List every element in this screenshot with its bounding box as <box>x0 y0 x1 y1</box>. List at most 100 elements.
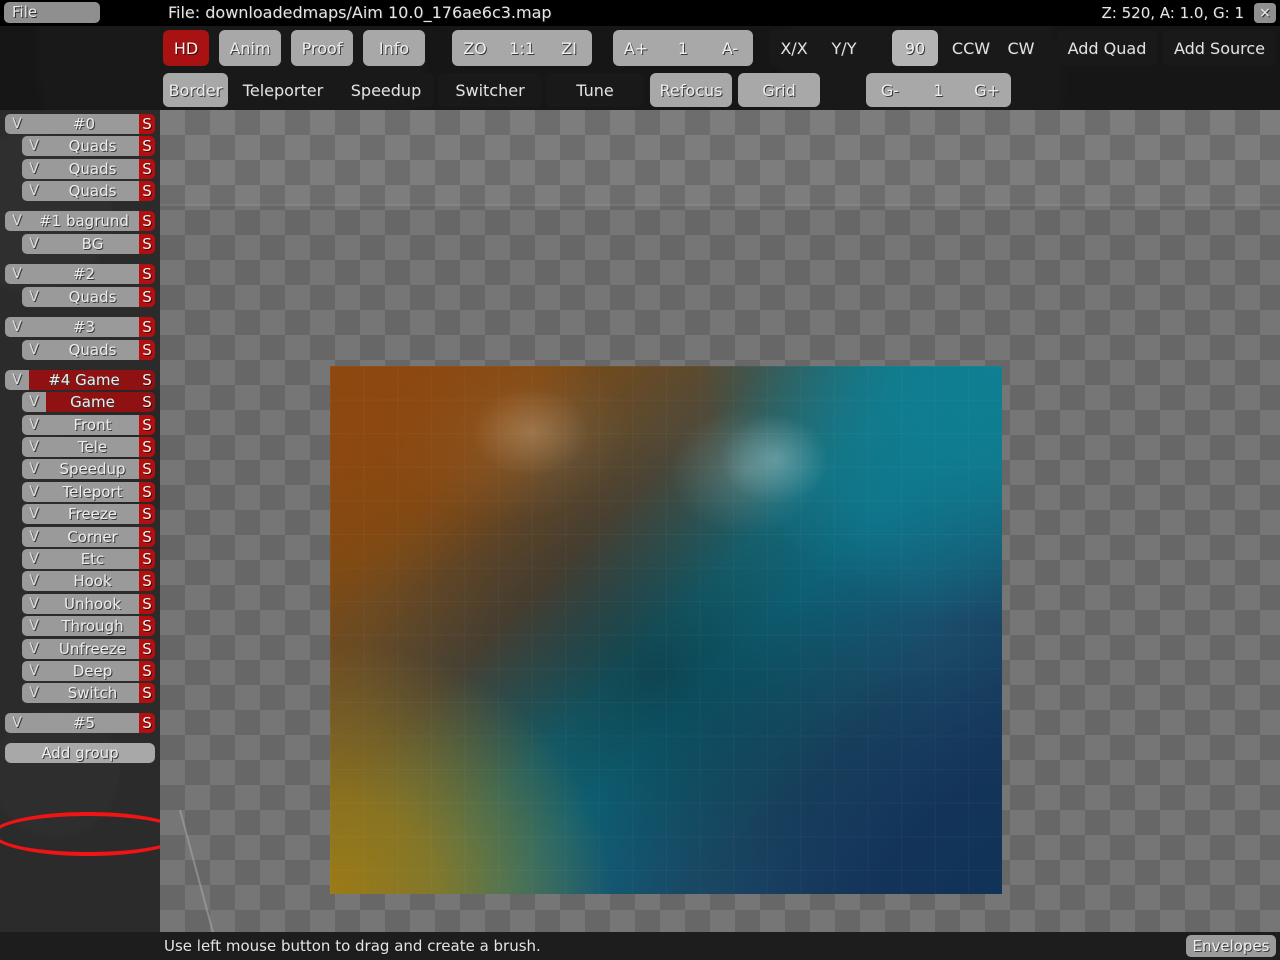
anim-speed-group[interactable]: A+ 1 A- <box>613 30 753 66</box>
visibility-toggle-icon[interactable]: V <box>22 683 46 703</box>
grid-size-group[interactable]: G- 1 G+ <box>866 73 1011 107</box>
teleporter-tool-button[interactable]: Teleporter <box>232 73 334 107</box>
speedup-tool-button[interactable]: Speedup <box>338 73 434 107</box>
rotate-group[interactable]: CCW CW <box>944 30 1044 66</box>
zoom-in-button[interactable]: ZI <box>546 39 592 58</box>
zoom-out-button[interactable]: ZO <box>452 39 498 58</box>
layer-select-button[interactable]: S <box>139 181 155 201</box>
grid-toggle-button[interactable]: Grid <box>738 73 820 107</box>
layer-select-button[interactable]: S <box>139 571 155 591</box>
layer-select-button[interactable]: S <box>139 287 155 307</box>
flip-y-button[interactable]: Y/Y <box>819 39 869 58</box>
layer-row-quads[interactable]: VQuadsS <box>22 136 155 156</box>
layer-row-speedup[interactable]: VSpeedupS <box>22 459 155 479</box>
visibility-toggle-icon[interactable]: V <box>22 527 46 547</box>
visibility-toggle-icon[interactable]: V <box>22 639 46 659</box>
layer-row-bg[interactable]: VBGS <box>22 234 155 254</box>
anim-minus-button[interactable]: A- <box>707 39 753 58</box>
map-canvas[interactable] <box>160 110 1280 932</box>
close-icon[interactable]: × <box>1254 3 1276 23</box>
layer-select-button[interactable]: S <box>139 264 155 284</box>
layer-row-1-bagrund[interactable]: V#1 bagrundS <box>5 211 155 231</box>
layer-select-button[interactable]: S <box>139 370 155 390</box>
layer-row-etc[interactable]: VEtcS <box>22 549 155 569</box>
anim-plus-button[interactable]: A+ <box>613 39 659 58</box>
hd-button[interactable]: HD <box>163 30 209 66</box>
flip-group[interactable]: X/X Y/Y <box>769 30 869 66</box>
layer-row-switch[interactable]: VSwitchS <box>22 683 155 703</box>
visibility-toggle-icon[interactable]: V <box>22 136 46 156</box>
visibility-toggle-icon[interactable]: V <box>5 264 29 284</box>
layer-row-tele[interactable]: VTeleS <box>22 437 155 457</box>
layer-row-quads[interactable]: VQuadsS <box>22 159 155 179</box>
visibility-toggle-icon[interactable]: V <box>5 713 29 733</box>
rotate-cw-button[interactable]: CW <box>998 39 1044 58</box>
layer-select-button[interactable]: S <box>139 340 155 360</box>
layer-row-quads[interactable]: VQuadsS <box>22 287 155 307</box>
proof-button[interactable]: Proof <box>291 30 353 66</box>
visibility-toggle-icon[interactable]: V <box>5 370 29 390</box>
layer-row-hook[interactable]: VHookS <box>22 571 155 591</box>
layer-select-button[interactable]: S <box>139 527 155 547</box>
layer-select-button[interactable]: S <box>139 317 155 337</box>
layer-select-button[interactable]: S <box>139 415 155 435</box>
visibility-toggle-icon[interactable]: V <box>22 482 46 502</box>
anim-button[interactable]: Anim <box>219 30 281 66</box>
layer-select-button[interactable]: S <box>139 234 155 254</box>
visibility-toggle-icon[interactable]: V <box>22 616 46 636</box>
layer-select-button[interactable]: S <box>139 639 155 659</box>
envelopes-button[interactable]: Envelopes <box>1186 935 1276 957</box>
layer-select-button[interactable]: S <box>139 136 155 156</box>
layer-row-2[interactable]: V#2S <box>5 264 155 284</box>
flip-x-button[interactable]: X/X <box>769 39 819 58</box>
visibility-toggle-icon[interactable]: V <box>22 594 46 614</box>
rotate-ccw-button[interactable]: CCW <box>944 39 998 58</box>
layer-select-button[interactable]: S <box>139 114 155 134</box>
layer-select-button[interactable]: S <box>139 661 155 681</box>
visibility-toggle-icon[interactable]: V <box>22 571 46 591</box>
visibility-toggle-icon[interactable]: V <box>22 234 46 254</box>
file-menu-button[interactable]: File <box>4 2 100 23</box>
layer-row-corner[interactable]: VCornerS <box>22 527 155 547</box>
visibility-toggle-icon[interactable]: V <box>22 181 46 201</box>
visibility-toggle-icon[interactable]: V <box>5 114 29 134</box>
border-tool-button[interactable]: Border <box>163 73 228 107</box>
layer-select-button[interactable]: S <box>139 459 155 479</box>
zoom-reset-button[interactable]: 1:1 <box>498 39 546 58</box>
visibility-toggle-icon[interactable]: V <box>22 459 46 479</box>
layer-select-button[interactable]: S <box>139 392 155 412</box>
visibility-toggle-icon[interactable]: V <box>22 340 46 360</box>
layer-row-3[interactable]: V#3S <box>5 317 155 337</box>
grid-plus-button[interactable]: G+ <box>963 81 1011 100</box>
tune-tool-button[interactable]: Tune <box>546 73 644 107</box>
layer-row-freeze[interactable]: VFreezeS <box>22 504 155 524</box>
add-group-button[interactable]: Add group <box>5 743 155 763</box>
layer-row-unhook[interactable]: VUnhookS <box>22 594 155 614</box>
layer-select-button[interactable]: S <box>139 683 155 703</box>
layer-select-button[interactable]: S <box>139 504 155 524</box>
layer-row-4-game[interactable]: V#4 GameS <box>5 370 155 390</box>
layer-select-button[interactable]: S <box>139 437 155 457</box>
rotation-angle-value[interactable]: 90 <box>892 30 938 66</box>
layer-select-button[interactable]: S <box>139 159 155 179</box>
layer-select-button[interactable]: S <box>139 594 155 614</box>
quad-image[interactable] <box>330 366 1002 894</box>
zoom-control-group[interactable]: ZO 1:1 ZI <box>452 30 592 66</box>
visibility-toggle-icon[interactable]: V <box>22 159 46 179</box>
layer-row-through[interactable]: VThroughS <box>22 616 155 636</box>
visibility-toggle-icon[interactable]: V <box>5 317 29 337</box>
visibility-toggle-icon[interactable]: V <box>22 415 46 435</box>
visibility-toggle-icon[interactable]: V <box>22 661 46 681</box>
layer-row-deep[interactable]: VDeepS <box>22 661 155 681</box>
layer-row-5[interactable]: V#5S <box>5 713 155 733</box>
info-button[interactable]: Info <box>363 30 425 66</box>
visibility-toggle-icon[interactable]: V <box>22 504 46 524</box>
layer-row-front[interactable]: VFrontS <box>22 415 155 435</box>
switcher-tool-button[interactable]: Switcher <box>438 73 542 107</box>
visibility-toggle-icon[interactable]: V <box>22 549 46 569</box>
layer-select-button[interactable]: S <box>139 713 155 733</box>
visibility-toggle-icon[interactable]: V <box>22 287 46 307</box>
layer-select-button[interactable]: S <box>139 482 155 502</box>
refocus-button[interactable]: Refocus <box>650 73 732 107</box>
layer-row-teleport[interactable]: VTeleportS <box>22 482 155 502</box>
